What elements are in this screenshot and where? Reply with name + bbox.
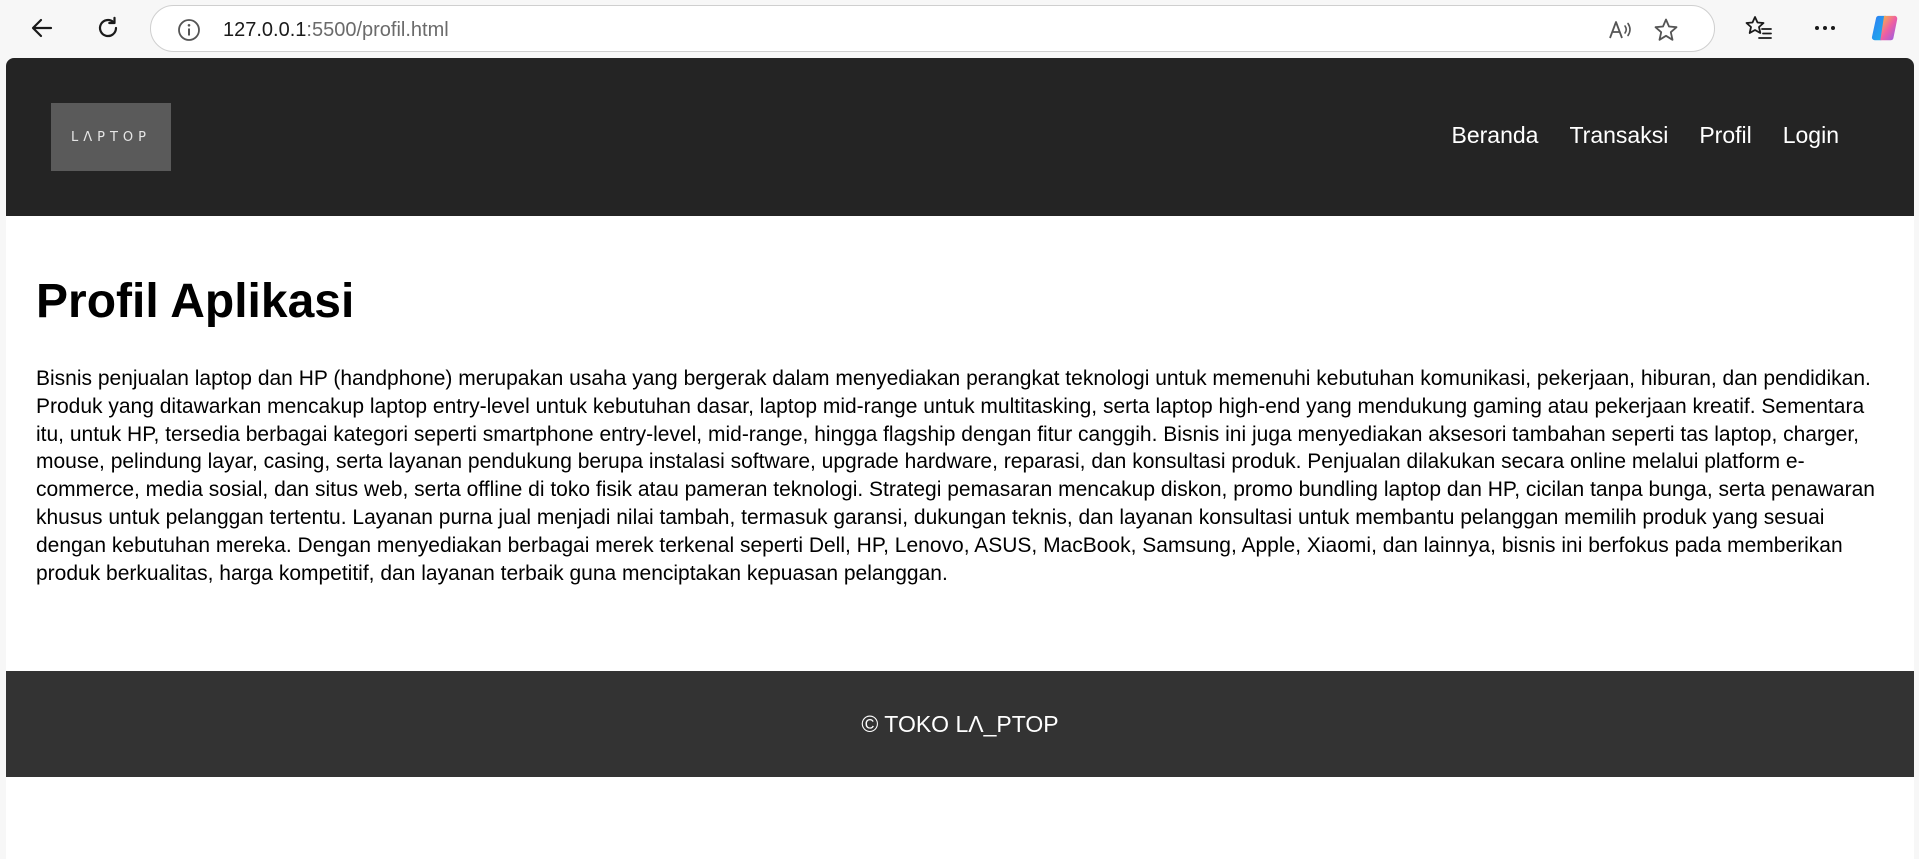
browser-toolbar: 127.0.0.1:5500/profil.html (0, 0, 1919, 57)
nav-link-beranda[interactable]: Beranda (1452, 122, 1539, 149)
arrow-left-icon (29, 15, 55, 41)
favorites-list-icon[interactable] (1744, 13, 1774, 43)
footer-copyright: © TOKO LΛ_PTOP (861, 710, 1059, 737)
url-text[interactable]: 127.0.0.1:5500/profil.html (223, 19, 449, 42)
nav-link-profil[interactable]: Profil (1699, 122, 1751, 149)
url-host: 127.0.0.1 (223, 19, 307, 41)
profile-description: Bisnis penjualan laptop dan HP (handphon… (36, 367, 1875, 585)
address-bar[interactable]: 127.0.0.1:5500/profil.html (150, 5, 1715, 52)
url-path: :5500/profil.html (306, 19, 449, 41)
site-logo[interactable]: LΛPTOP (51, 103, 171, 171)
star-icon[interactable] (1652, 16, 1680, 44)
read-aloud-icon[interactable] (1606, 16, 1634, 44)
site-header: LΛPTOP Beranda Transaksi Profil Login (6, 58, 1914, 216)
info-icon[interactable] (177, 18, 201, 42)
page-viewport: LΛPTOP Beranda Transaksi Profil Login Pr… (6, 58, 1914, 859)
refresh-icon (95, 15, 121, 41)
nav-link-transaksi[interactable]: Transaksi (1569, 122, 1668, 149)
main-nav: Beranda Transaksi Profil Login (1452, 122, 1840, 149)
logo-text: LΛPTOP (71, 129, 151, 145)
copilot-icon[interactable] (1870, 13, 1900, 43)
page-title: Profil Aplikasi (36, 275, 355, 328)
nav-link-login[interactable]: Login (1783, 122, 1839, 149)
site-footer: © TOKO LΛ_PTOP (6, 671, 1914, 777)
main-content: Profil Aplikasi Bisnis penjualan laptop … (36, 273, 1886, 587)
more-icon[interactable] (1810, 13, 1840, 43)
back-button[interactable] (22, 8, 62, 48)
reload-button[interactable] (88, 8, 128, 48)
